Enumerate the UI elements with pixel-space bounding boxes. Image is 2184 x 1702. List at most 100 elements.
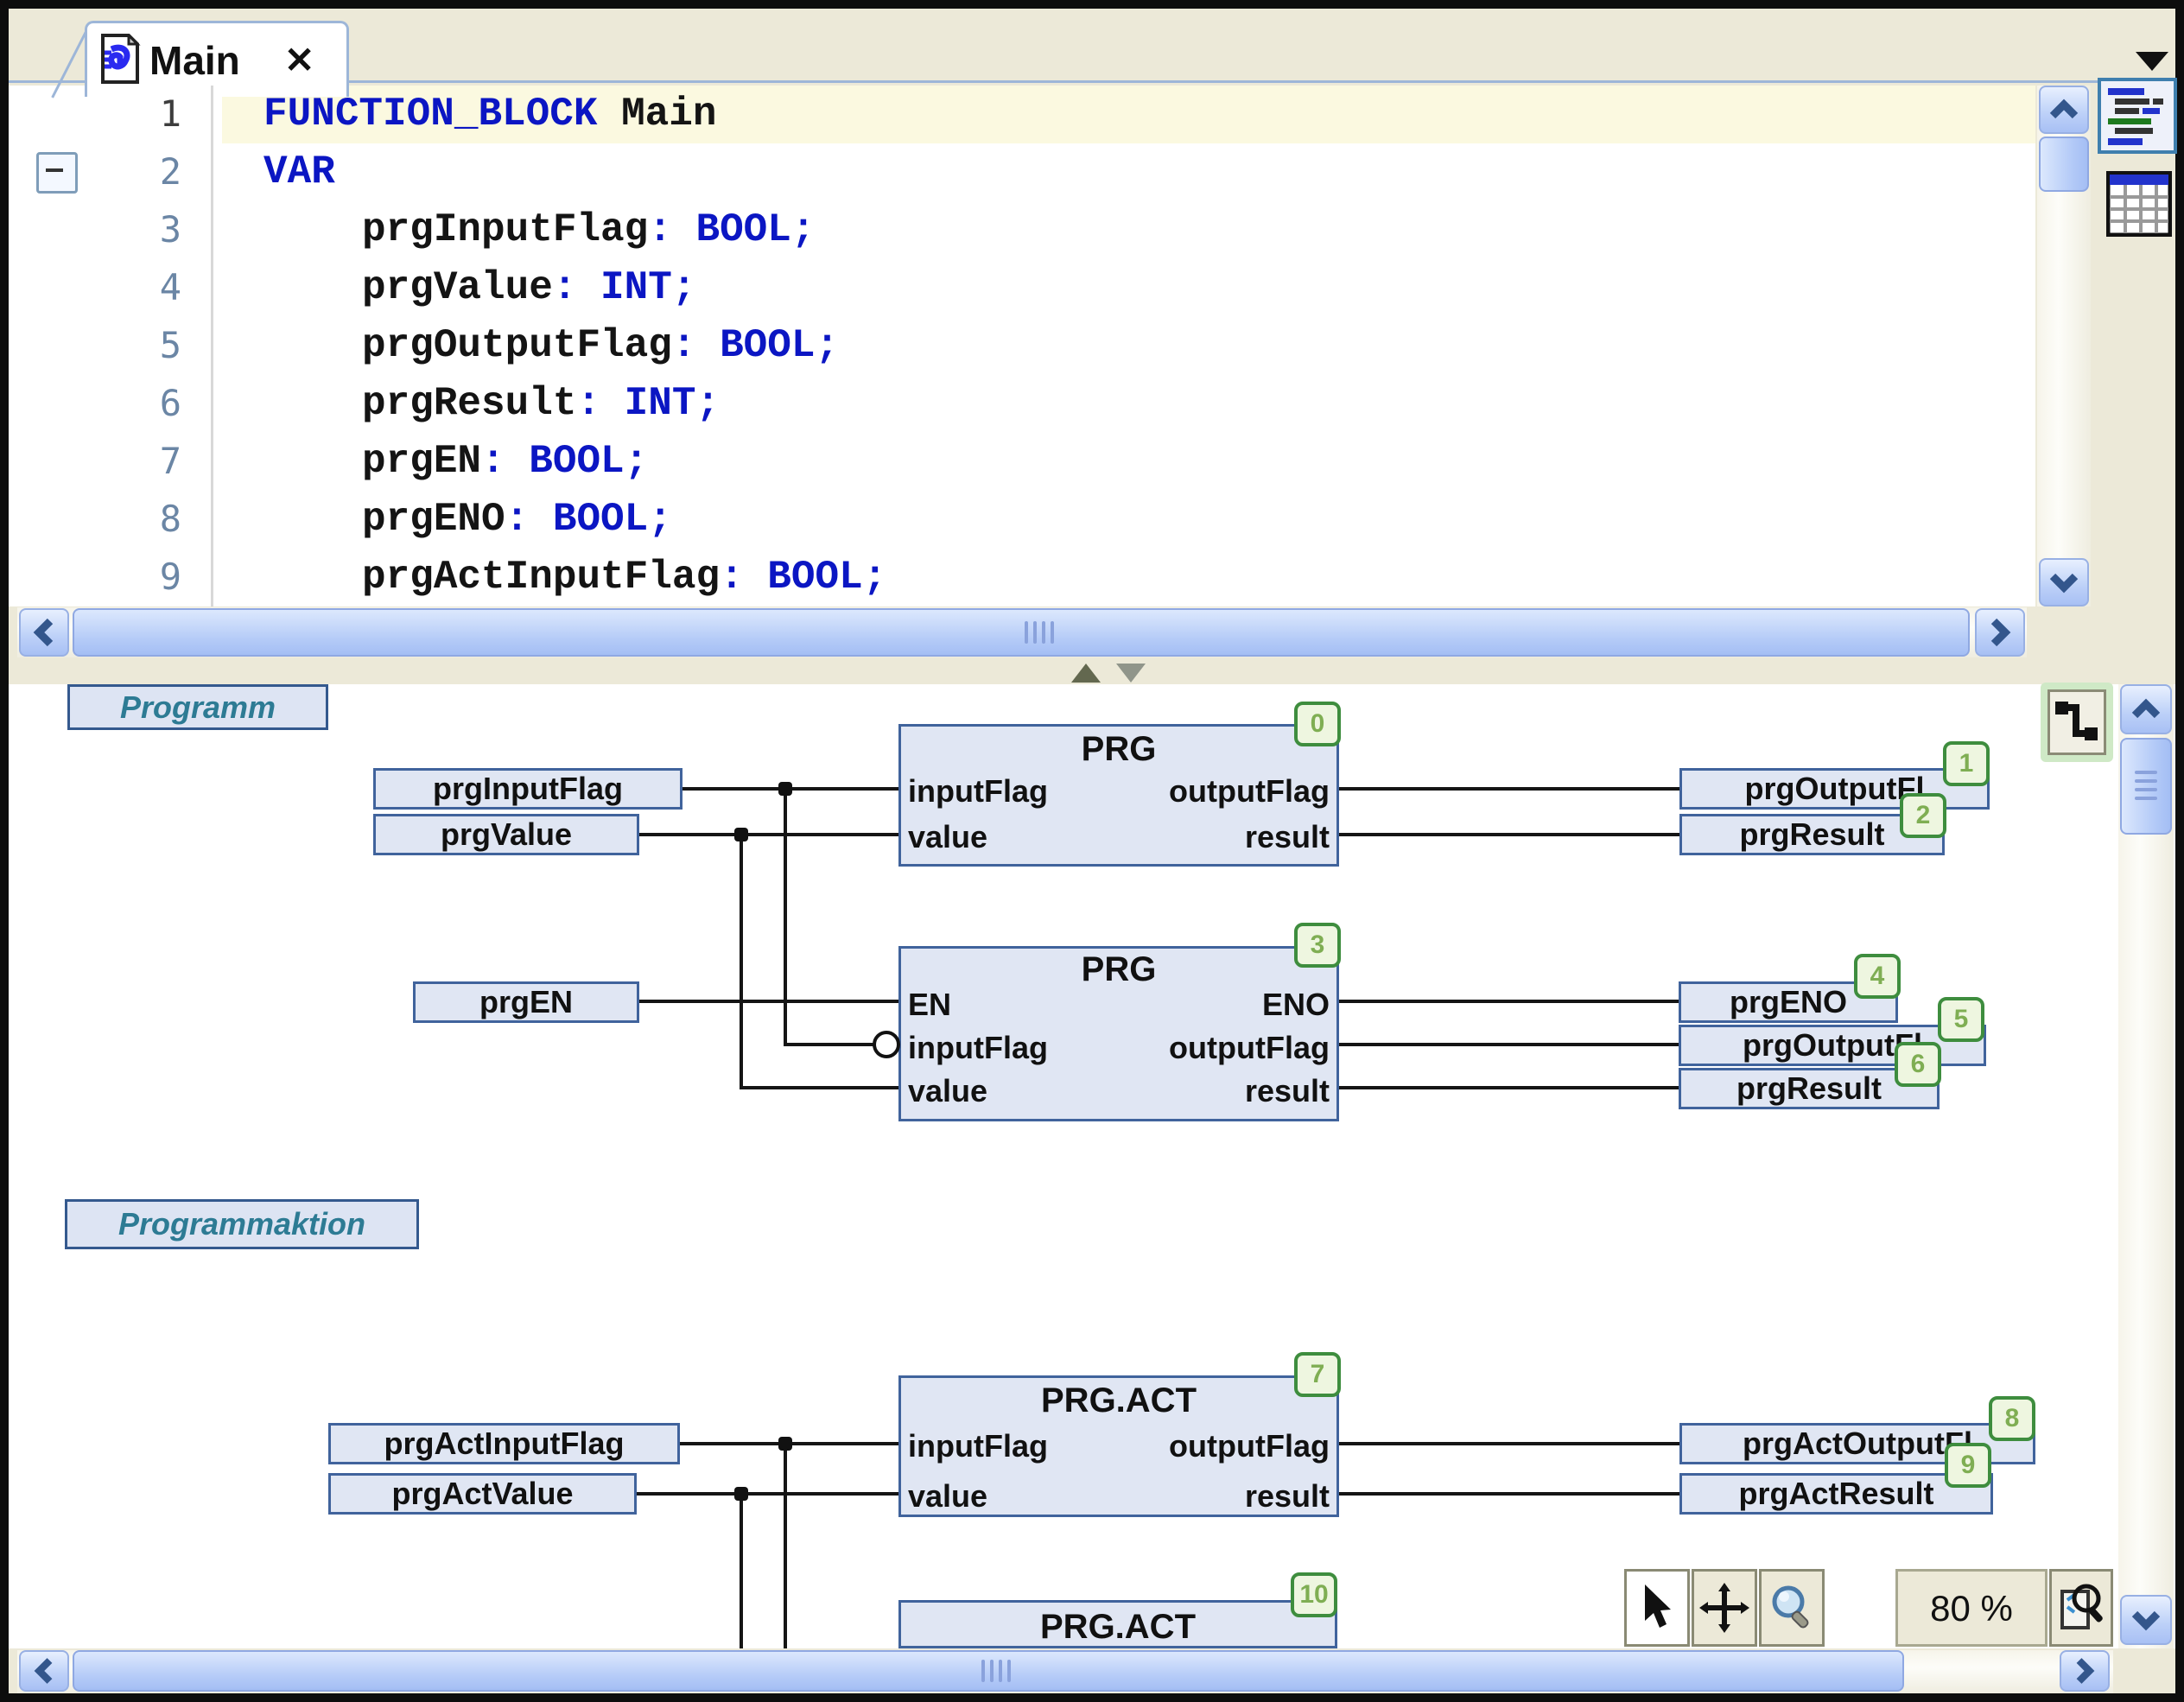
fb-input-pin[interactable]: value	[908, 1071, 987, 1111]
wire	[784, 787, 787, 1046]
st-code-editor[interactable]: 1FUNCTION_BLOCK Main2VAR3prgInputFlag: B…	[9, 86, 2035, 606]
splitter-collapse-down-icon[interactable]	[1116, 664, 1146, 683]
fb-output-pin[interactable]: result	[1245, 1071, 1330, 1111]
code-line[interactable]: 2VAR	[9, 143, 2035, 201]
execution-order-badge: 8	[1989, 1396, 2035, 1441]
code-line[interactable]: 6prgResult: INT;	[9, 375, 2035, 433]
code-line[interactable]: 4 prgValue: INT;	[9, 259, 2035, 317]
fb-block-prg-1[interactable]: PRG EN inputFlag value ENO outputFlag re…	[898, 946, 1339, 1121]
code-fold-toggle[interactable]	[36, 152, 78, 194]
wire	[639, 1000, 898, 1003]
line-number: 8	[78, 498, 181, 540]
network-tool-button[interactable]	[2041, 683, 2113, 762]
code-text: VAR	[263, 149, 335, 194]
current-line-highlight[interactable]: FUNCTION_BLOCK Main	[222, 86, 2035, 143]
code-line[interactable]: 5 prgOutputFlag: BOOL;	[9, 317, 2035, 375]
fb-output-pin[interactable]: outputFlag	[1169, 1426, 1330, 1466]
tab-overflow-dropdown-icon[interactable]	[2136, 52, 2168, 71]
code-line[interactable]: 3prgInputFlag: BOOL;	[9, 201, 2035, 259]
fb-input-pin[interactable]: inputFlag	[908, 1028, 1048, 1068]
editor-vscrollbar[interactable]	[2037, 86, 2091, 606]
code-text: prgENO: BOOL;	[362, 497, 672, 542]
fb-block-prg-0[interactable]: PRG inputFlag value outputFlag result	[898, 724, 1339, 867]
fb-input-pin[interactable]: value	[908, 817, 987, 857]
editor-scroll-down-icon[interactable]	[2039, 558, 2089, 606]
wire	[1339, 787, 1679, 791]
code-line[interactable]: 7 prgEN: BOOL;	[9, 433, 2035, 491]
var-box[interactable]: prgInputFlag	[373, 768, 682, 810]
tab-main[interactable]: Main ✕	[85, 21, 349, 97]
fb-input-pin[interactable]: value	[908, 1477, 987, 1516]
code-line[interactable]: 8 prgENO: BOOL;	[9, 491, 2035, 549]
fb-block-prgact-0[interactable]: PRG.ACT inputFlag value outputFlag resul…	[898, 1375, 1339, 1517]
fb-output-pin[interactable]: outputFlag	[1169, 772, 1330, 811]
fb-input-pin[interactable]: inputFlag	[908, 772, 1048, 811]
line-number: 7	[78, 440, 181, 482]
code-line-text-area[interactable]: prgResult: INT;	[222, 375, 2035, 433]
code-line-text-area[interactable]: prgInputFlag: BOOL;	[222, 201, 2035, 259]
fbd-scroll-up-icon[interactable]	[2120, 684, 2172, 734]
wire	[1339, 1442, 1679, 1445]
pan-move-icon	[1699, 1583, 1749, 1633]
code-line-text-area[interactable]: prgValue: INT;	[222, 259, 2035, 317]
fb-output-pin[interactable]: result	[1245, 817, 1330, 857]
execution-order-badge: 7	[1294, 1352, 1341, 1397]
var-box[interactable]: prgEN	[413, 981, 639, 1023]
zoom-fit-button[interactable]	[2049, 1569, 2113, 1647]
fbd-vscroll-thumb[interactable]	[2120, 738, 2172, 835]
fb-input-pin[interactable]: inputFlag	[908, 1426, 1048, 1466]
fb-title: PRG	[901, 730, 1336, 769]
editor-scroll-right-icon[interactable]	[1975, 608, 2025, 657]
wire-junction	[778, 782, 792, 796]
code-line-text-area[interactable]: prgOutputFlag: BOOL;	[222, 317, 2035, 375]
fbd-scroll-right-icon[interactable]	[2060, 1650, 2110, 1692]
cursor-arrow-icon	[1638, 1583, 1676, 1633]
table-view-button[interactable]	[2106, 171, 2172, 241]
code-line-text-area[interactable]: prgActInputFlag: BOOL;	[222, 549, 2035, 606]
execution-order-badge: 0	[1294, 702, 1341, 746]
fbd-hscroll-thumb[interactable]	[73, 1650, 1904, 1692]
fbd-hscrollbar[interactable]	[17, 1650, 2113, 1693]
fbd-scroll-down-icon[interactable]	[2120, 1595, 2172, 1645]
editor-hscrollbar[interactable]	[17, 607, 2027, 657]
editor-hscroll-thumb[interactable]	[73, 608, 1970, 657]
zoom-level-display[interactable]: 80 %	[1895, 1569, 2048, 1647]
code-lines: 1FUNCTION_BLOCK Main2VAR3prgInputFlag: B…	[9, 86, 2035, 606]
code-text: prgEN: BOOL;	[362, 439, 648, 484]
fbd-scroll-left-icon[interactable]	[19, 1650, 69, 1692]
fb-block-prgact-1[interactable]: PRG.ACT	[898, 1600, 1337, 1648]
fb-input-pin[interactable]: EN	[908, 985, 951, 1025]
fb-output-pin[interactable]: ENO	[1262, 985, 1330, 1025]
line-number: 5	[78, 324, 181, 366]
execution-order-badge: 4	[1854, 954, 1901, 999]
code-text: prgValue: INT;	[362, 265, 695, 310]
fb-output-pin[interactable]: outputFlag	[1169, 1028, 1330, 1068]
fb-output-pin[interactable]: result	[1245, 1477, 1330, 1516]
editor-vscroll-thumb[interactable]	[2039, 137, 2089, 192]
network-label-programmaktion[interactable]: Programmaktion	[65, 1199, 419, 1249]
tab-close-icon[interactable]: ✕	[284, 39, 314, 81]
wire	[1339, 1086, 1679, 1089]
splitter-collapse-up-icon[interactable]	[1071, 664, 1101, 683]
line-number: 4	[78, 266, 181, 308]
pan-tool-button[interactable]	[1692, 1569, 1757, 1647]
fb-title: PRG.ACT	[901, 1608, 1335, 1647]
code-line-text-area[interactable]: prgENO: BOOL;	[222, 491, 2035, 549]
network-label-programm[interactable]: Programm	[67, 684, 328, 730]
var-box[interactable]: prgActInputFlag	[328, 1423, 680, 1464]
wire	[1339, 833, 1679, 836]
code-line[interactable]: 9prgActInputFlag: BOOL;	[9, 549, 2035, 606]
var-box[interactable]: prgValue	[373, 814, 639, 855]
editor-scroll-left-icon[interactable]	[19, 608, 69, 657]
editor-scroll-up-icon[interactable]	[2039, 86, 2089, 134]
code-line-text-area[interactable]: VAR	[222, 143, 2035, 201]
select-tool-button[interactable]	[1624, 1569, 1690, 1647]
zoom-tool-button[interactable]	[1759, 1569, 1825, 1647]
execution-order-badge: 10	[1291, 1572, 1337, 1617]
execution-order-badge: 3	[1294, 923, 1341, 968]
fbd-vscrollbar[interactable]	[2118, 684, 2174, 1648]
code-line-text-area[interactable]: prgEN: BOOL;	[222, 433, 2035, 491]
text-view-button[interactable]	[2098, 78, 2177, 158]
var-box[interactable]: prgActValue	[328, 1473, 637, 1515]
wire-junction	[734, 828, 748, 841]
